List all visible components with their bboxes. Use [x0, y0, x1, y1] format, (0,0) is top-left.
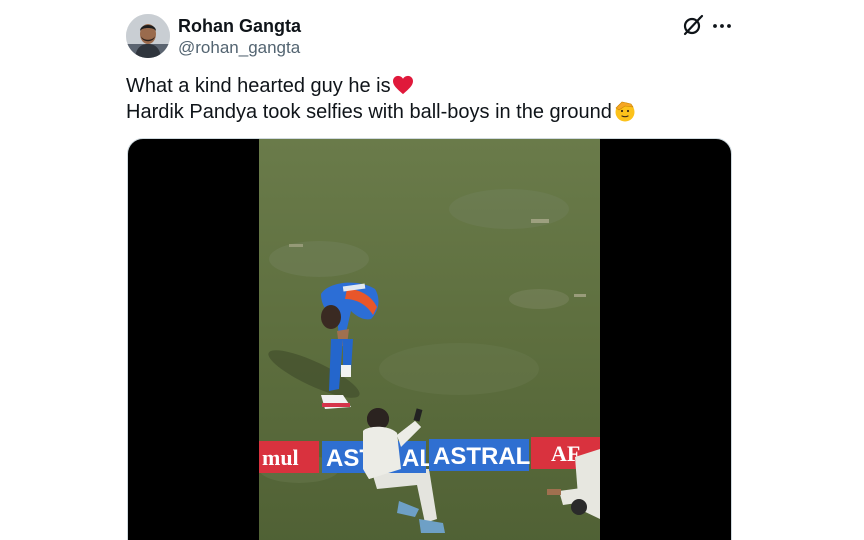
- avatar-photo: [126, 14, 170, 58]
- saluting-face-icon: [615, 101, 635, 122]
- author-handle[interactable]: @rohan_gangta: [178, 38, 300, 58]
- video-frame: mul AST AL ASTRAL AF: [259, 139, 600, 540]
- grok-icon[interactable]: [681, 14, 705, 38]
- boundary-boards: mul AST AL ASTRAL AF: [259, 437, 600, 473]
- tweet-line-2: Hardik Pandya took selfies with ball-boy…: [126, 99, 736, 125]
- more-icon[interactable]: [710, 14, 734, 38]
- tweet-page: Rohan Gangta @rohan_gangta What a kind h…: [0, 0, 864, 540]
- tweet-video[interactable]: mul AST AL ASTRAL AF: [127, 138, 732, 540]
- tweet-line-2-text: Hardik Pandya took selfies with ball-boy…: [126, 101, 612, 123]
- red-heart-icon: [392, 75, 413, 95]
- board-text-center-c: ASTRAL: [433, 443, 530, 470]
- board-text-left: mul: [262, 445, 299, 470]
- tweet-line-1: What a kind hearted guy he is: [126, 74, 736, 99]
- avatar[interactable]: [126, 14, 170, 58]
- video-still: mul AST AL ASTRAL AF: [259, 139, 600, 540]
- tweet-text: What a kind hearted guy he is Hardik Pan…: [126, 74, 736, 125]
- tweet-line-1-text: What a kind hearted guy he is: [126, 75, 391, 97]
- author-display-name[interactable]: Rohan Gangta: [178, 16, 301, 36]
